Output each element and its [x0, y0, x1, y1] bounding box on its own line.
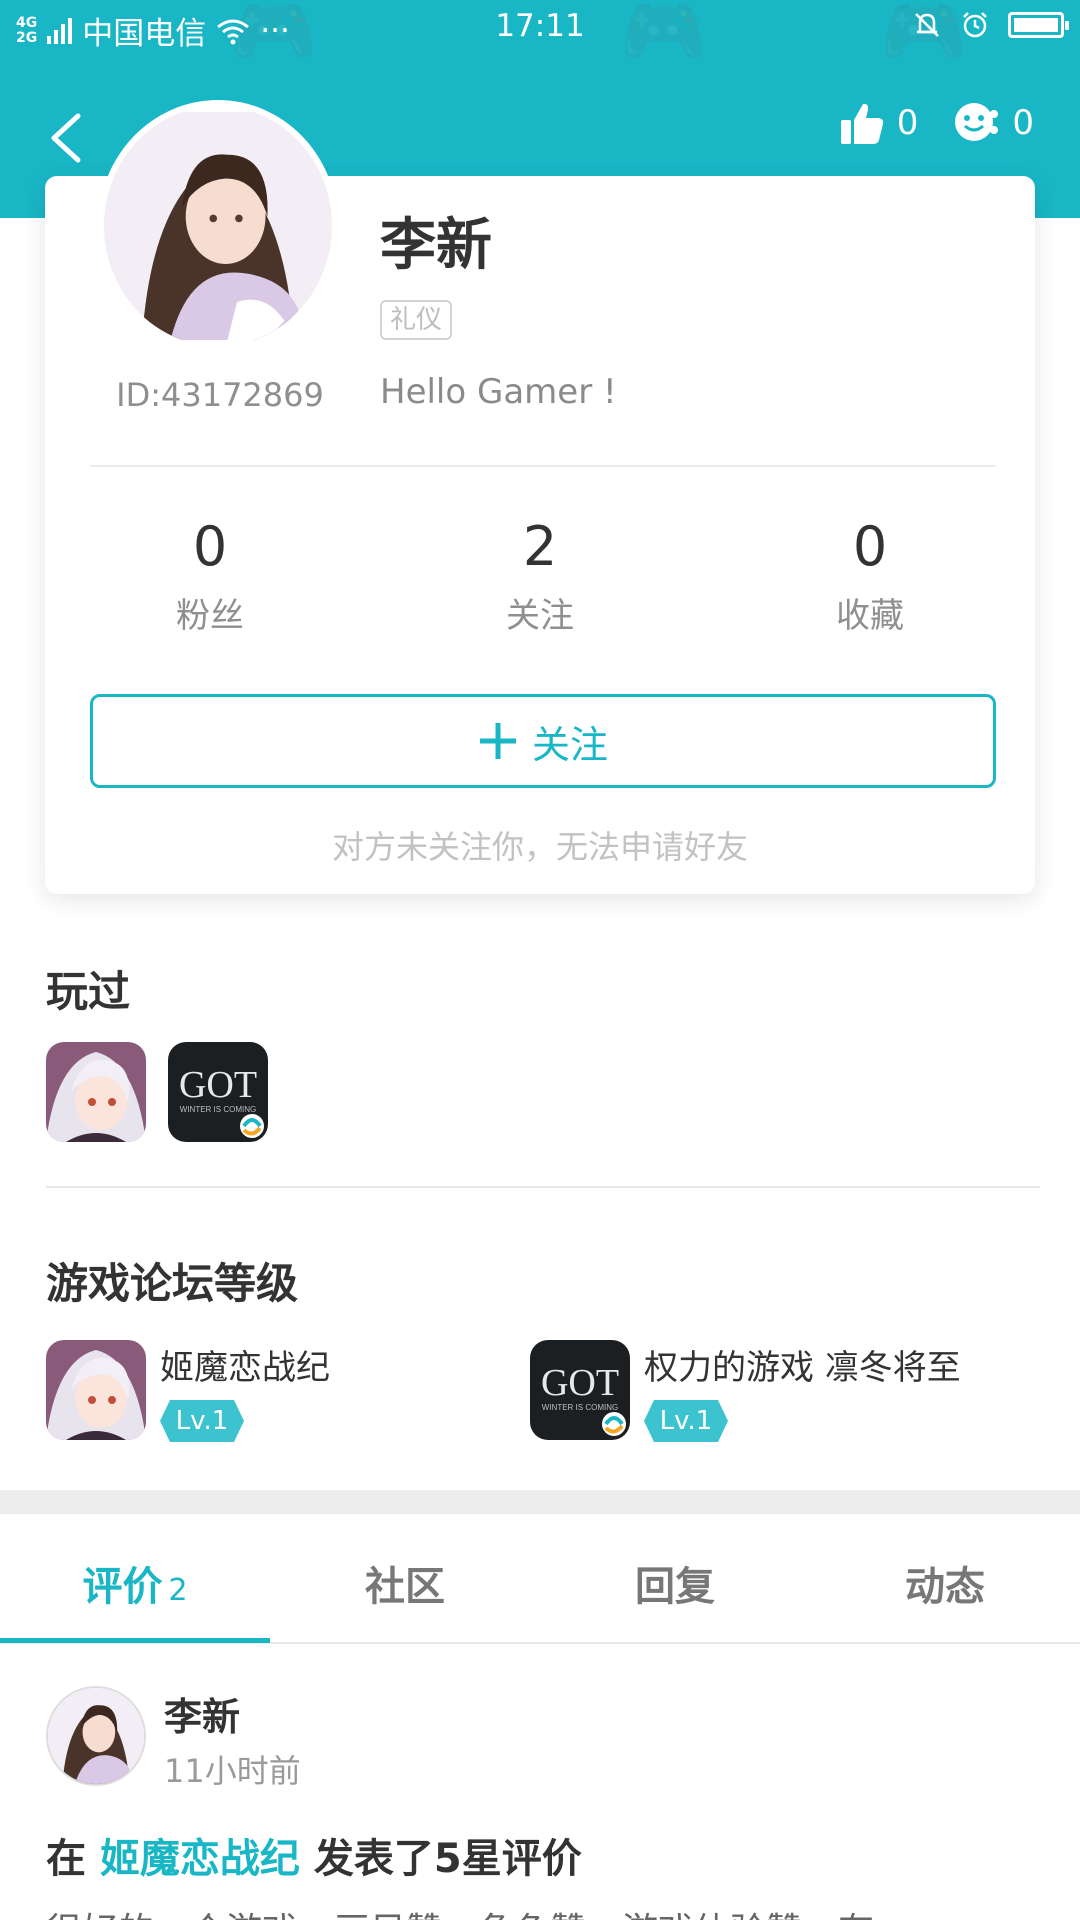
anime-avatar-image: [48, 1688, 144, 1784]
header-stats: 0 0: [839, 100, 1034, 146]
stat-following[interactable]: 2 关注: [430, 515, 650, 637]
friend-hint: 对方未关注你，无法申请好友: [331, 828, 748, 866]
stat-label: 粉丝: [176, 596, 244, 636]
svg-text:GOT: GOT: [541, 1362, 619, 1404]
tab-indicator: [0, 1638, 270, 1643]
stat-value: 0: [852, 515, 888, 578]
post-time: 11小时前: [164, 1752, 301, 1790]
svg-text:WINTER IS COMING: WINTER IS COMING: [542, 1403, 618, 1412]
level-badge: Lv.1: [160, 1400, 244, 1442]
smiley-icon: [955, 103, 999, 141]
got-game-icon: GOT WINTER IS COMING: [530, 1340, 630, 1440]
post-author[interactable]: 李新: [164, 1686, 240, 1741]
tab-community[interactable]: 社区: [270, 1554, 540, 1612]
back-arrow-icon[interactable]: [46, 110, 86, 166]
got-game-icon: GOT WINTER IS COMING: [168, 1042, 268, 1142]
stat-value: 0: [192, 515, 228, 578]
plus-icon: [479, 723, 516, 759]
stat-label: 收藏: [836, 596, 904, 636]
played-title: 玩过: [46, 967, 131, 1016]
section-gap: [0, 1490, 1080, 1514]
anime-avatar-image: [104, 112, 332, 340]
user-tag: 礼仪: [380, 300, 453, 340]
alarm-icon: [963, 12, 987, 38]
mute-bell-icon: [915, 13, 939, 37]
anime-girl-game-icon: [46, 1042, 146, 1142]
faces-button[interactable]: 0: [954, 100, 1034, 146]
status-bar: 4G 2G 中国电信 ··· 17:11: [0, 0, 1080, 56]
tab-activity[interactable]: 动态: [810, 1554, 1080, 1612]
likes-count: 0: [896, 103, 919, 143]
card-divider: [90, 465, 996, 467]
post-avatar[interactable]: [46, 1686, 146, 1786]
battery-icon: [1008, 12, 1069, 38]
forum-game-name: 权力的游戏 凛冬将至: [644, 1348, 961, 1388]
game-link[interactable]: 姬魔恋战纪: [100, 1836, 300, 1882]
faces-count: 0: [1012, 103, 1034, 143]
thumbs-up-icon: [840, 103, 883, 144]
profile-avatar[interactable]: [98, 100, 338, 352]
follow-button[interactable]: 关注: [90, 694, 996, 788]
profile-bio: Hello Gamer !: [380, 372, 617, 412]
user-id: ID:43172869: [116, 376, 324, 414]
profile-name: 李新: [380, 213, 492, 278]
stat-favorites[interactable]: 0 收藏: [760, 515, 980, 637]
post-snippet[interactable]: 很好的一个游戏，画风赞，角色赞，游戏体验赞，有: [46, 1902, 874, 1920]
stat-value: 2: [522, 515, 558, 578]
level-badge: Lv.1: [644, 1400, 728, 1442]
tab-count: 2: [168, 1573, 188, 1608]
post-headline: 在 姬魔恋战纪 发表了5星评价: [46, 1836, 582, 1882]
tab-reviews[interactable]: 评价 2: [0, 1554, 270, 1612]
stat-fans[interactable]: 0 粉丝: [100, 515, 320, 637]
svg-text:GOT: GOT: [179, 1064, 257, 1106]
tab-replies[interactable]: 回复: [540, 1554, 810, 1612]
forum-game-icon-2[interactable]: GOT WINTER IS COMING: [530, 1340, 630, 1440]
follow-button-label: 关注: [531, 722, 608, 767]
likes-button[interactable]: 0: [839, 100, 919, 146]
stat-label: 关注: [506, 596, 574, 636]
forum-game-icon-1[interactable]: [46, 1340, 146, 1440]
played-game-2[interactable]: GOT WINTER IS COMING: [168, 1042, 268, 1142]
svg-text:WINTER IS COMING: WINTER IS COMING: [180, 1105, 256, 1114]
anime-girl-game-icon: [46, 1340, 146, 1440]
forum-game-name: 姬魔恋战纪: [160, 1348, 330, 1388]
section-divider: [46, 1186, 1040, 1188]
content-tabs: 评价 2 社区 回复 动态: [0, 1514, 1080, 1644]
forum-levels-title: 游戏论坛等级: [46, 1259, 299, 1308]
played-game-1[interactable]: [46, 1042, 146, 1142]
